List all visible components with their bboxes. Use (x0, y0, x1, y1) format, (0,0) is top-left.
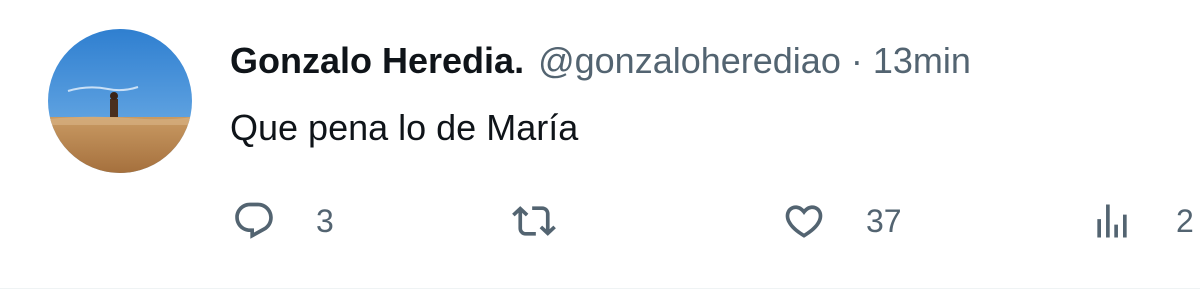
reply-button[interactable]: 3 (232, 196, 334, 246)
retweet-arrows-icon (512, 206, 556, 236)
views-count: 2 (1176, 203, 1194, 239)
avatar-image (48, 29, 192, 173)
like-count: 37 (866, 203, 902, 239)
tweet-divider (0, 288, 1200, 289)
author-name[interactable]: Gonzalo Heredia. (230, 38, 524, 84)
tweet-text: Que pena lo de María (230, 107, 579, 148)
reply-count: 3 (316, 203, 334, 239)
tweet: Gonzalo Heredia. @gonzaloherediao · 13mi… (0, 0, 1200, 297)
timestamp[interactable]: 13min (873, 38, 971, 84)
speech-bubble-icon (235, 202, 273, 239)
author-handle[interactable]: @gonzaloherediao (538, 38, 841, 84)
views-button[interactable]: 2 (1090, 196, 1194, 246)
tweet-header: Gonzalo Heredia. @gonzaloherediao · 13mi… (230, 38, 971, 84)
bar-chart-icon (1097, 204, 1127, 238)
like-button[interactable]: 37 (782, 196, 902, 246)
separator-dot: · (850, 40, 863, 81)
heart-outline-icon (785, 205, 823, 238)
retweet-button[interactable] (512, 196, 596, 246)
avatar[interactable] (48, 29, 192, 173)
